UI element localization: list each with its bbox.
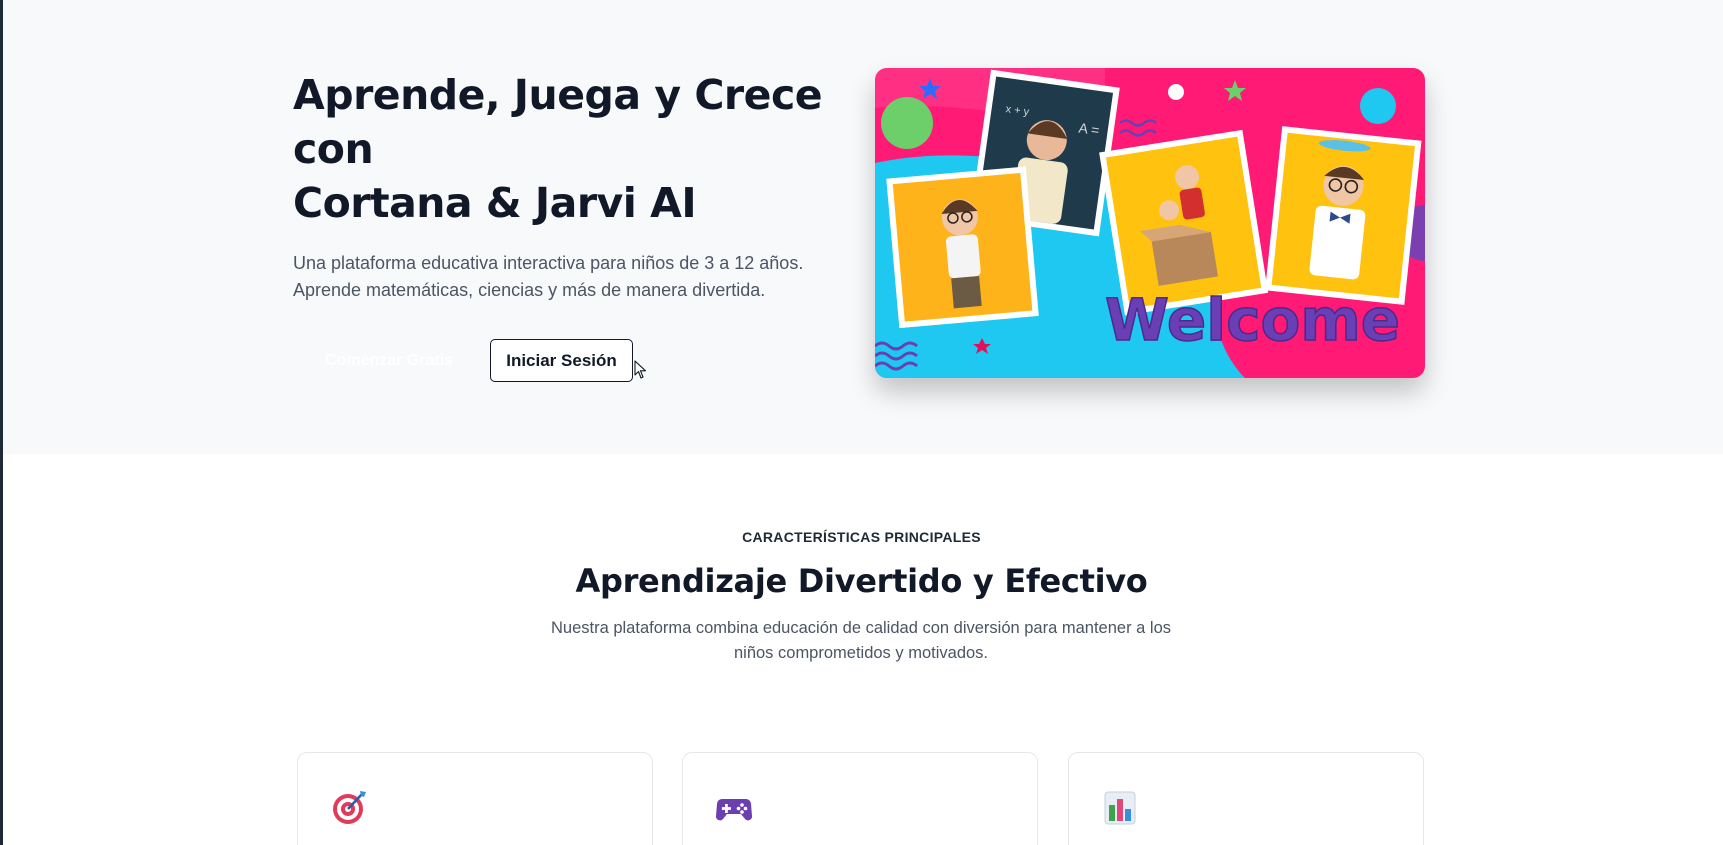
hero-title-line-1: Aprende, Juega y Crece [293, 71, 823, 119]
mouse-cursor-icon [634, 360, 647, 379]
features-description: Nuestra plataforma combina educación de … [550, 619, 1172, 662]
hero-title-line-3: Cortana & Jarvi AI [293, 179, 697, 227]
hero-subtitle: Una plataforma educativa interactiva par… [293, 250, 853, 304]
features-title: Aprendizaje Divertido y Efectivo [575, 562, 1148, 600]
start-free-button[interactable]: Comenzar Gratis [296, 339, 476, 382]
bar-chart-icon [1104, 791, 1136, 825]
feature-card-1 [297, 752, 653, 845]
hero-title: Aprende, Juega y Crece con Cortana & Jar… [293, 68, 853, 230]
hero-subtitle-line-2: Aprende matemáticas, ciencias y más de m… [293, 280, 766, 300]
welcome-banner-image: A = x + y Welcome [875, 68, 1425, 378]
welcome-text: Welcome [1105, 286, 1400, 354]
login-button[interactable]: Iniciar Sesión [490, 339, 633, 382]
hero-section [3, 0, 1723, 454]
gamepad-icon [716, 799, 752, 821]
hero-subtitle-line-1: Una plataforma educativa interactiva par… [293, 253, 804, 273]
target-icon [333, 791, 366, 824]
svg-text:A =: A = [1078, 120, 1101, 139]
features-eyebrow: CARACTERÍSTICAS PRINCIPALES [742, 529, 981, 545]
hero-title-line-2: con [293, 125, 374, 173]
feature-card-3 [1068, 752, 1424, 845]
feature-card-2 [682, 752, 1038, 845]
